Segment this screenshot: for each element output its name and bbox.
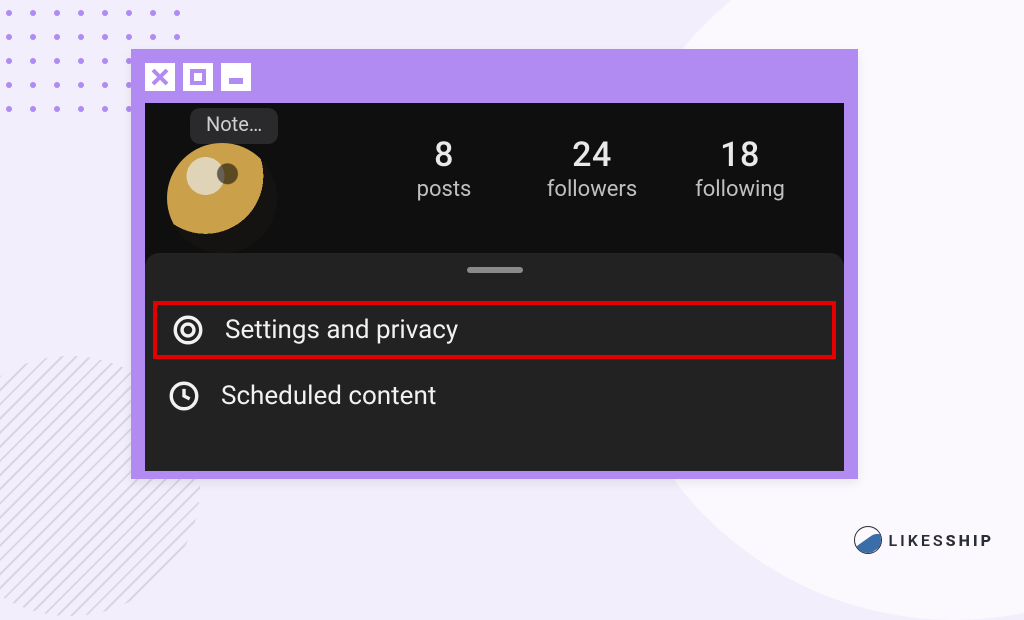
maximize-icon[interactable]: [183, 63, 213, 91]
stat-following[interactable]: 18 following: [666, 135, 814, 202]
menu-scheduled-content-label: Scheduled content: [221, 381, 436, 411]
screenshot-content: Note… 8 posts 24 followers 18 following: [145, 103, 844, 471]
brand: LIKESSHIP: [854, 526, 994, 554]
bottom-sheet: Settings and privacy Scheduled content: [145, 253, 844, 471]
stat-followers[interactable]: 24 followers: [518, 135, 666, 202]
stat-posts-count: 8: [370, 135, 518, 175]
stat-following-count: 18: [666, 135, 814, 175]
menu-settings-privacy[interactable]: Settings and privacy: [153, 301, 836, 359]
brand-text-light: LIKES: [888, 531, 945, 550]
profile-stats: 8 posts 24 followers 18 following: [370, 135, 814, 202]
avatar[interactable]: [167, 143, 277, 253]
note-chip[interactable]: Note…: [190, 108, 278, 144]
clock-icon: [167, 379, 201, 413]
stat-posts[interactable]: 8 posts: [370, 135, 518, 202]
minimize-icon[interactable]: [221, 63, 251, 91]
stat-posts-label: posts: [370, 177, 518, 202]
brand-logo-icon: [854, 526, 882, 554]
close-icon[interactable]: [145, 63, 175, 91]
stat-followers-label: followers: [518, 177, 666, 202]
window-frame: Note… 8 posts 24 followers 18 following: [131, 49, 858, 479]
stat-followers-count: 24: [518, 135, 666, 175]
titlebar: [145, 63, 844, 91]
brand-text: LIKESSHIP: [888, 531, 994, 550]
menu-scheduled-content[interactable]: Scheduled content: [145, 367, 844, 425]
brand-text-bold: SHIP: [946, 531, 994, 550]
gear-icon: [171, 313, 205, 347]
stat-following-label: following: [666, 177, 814, 202]
note-placeholder: Note…: [206, 112, 262, 136]
drag-handle[interactable]: [467, 267, 523, 273]
menu-settings-privacy-label: Settings and privacy: [225, 315, 458, 345]
